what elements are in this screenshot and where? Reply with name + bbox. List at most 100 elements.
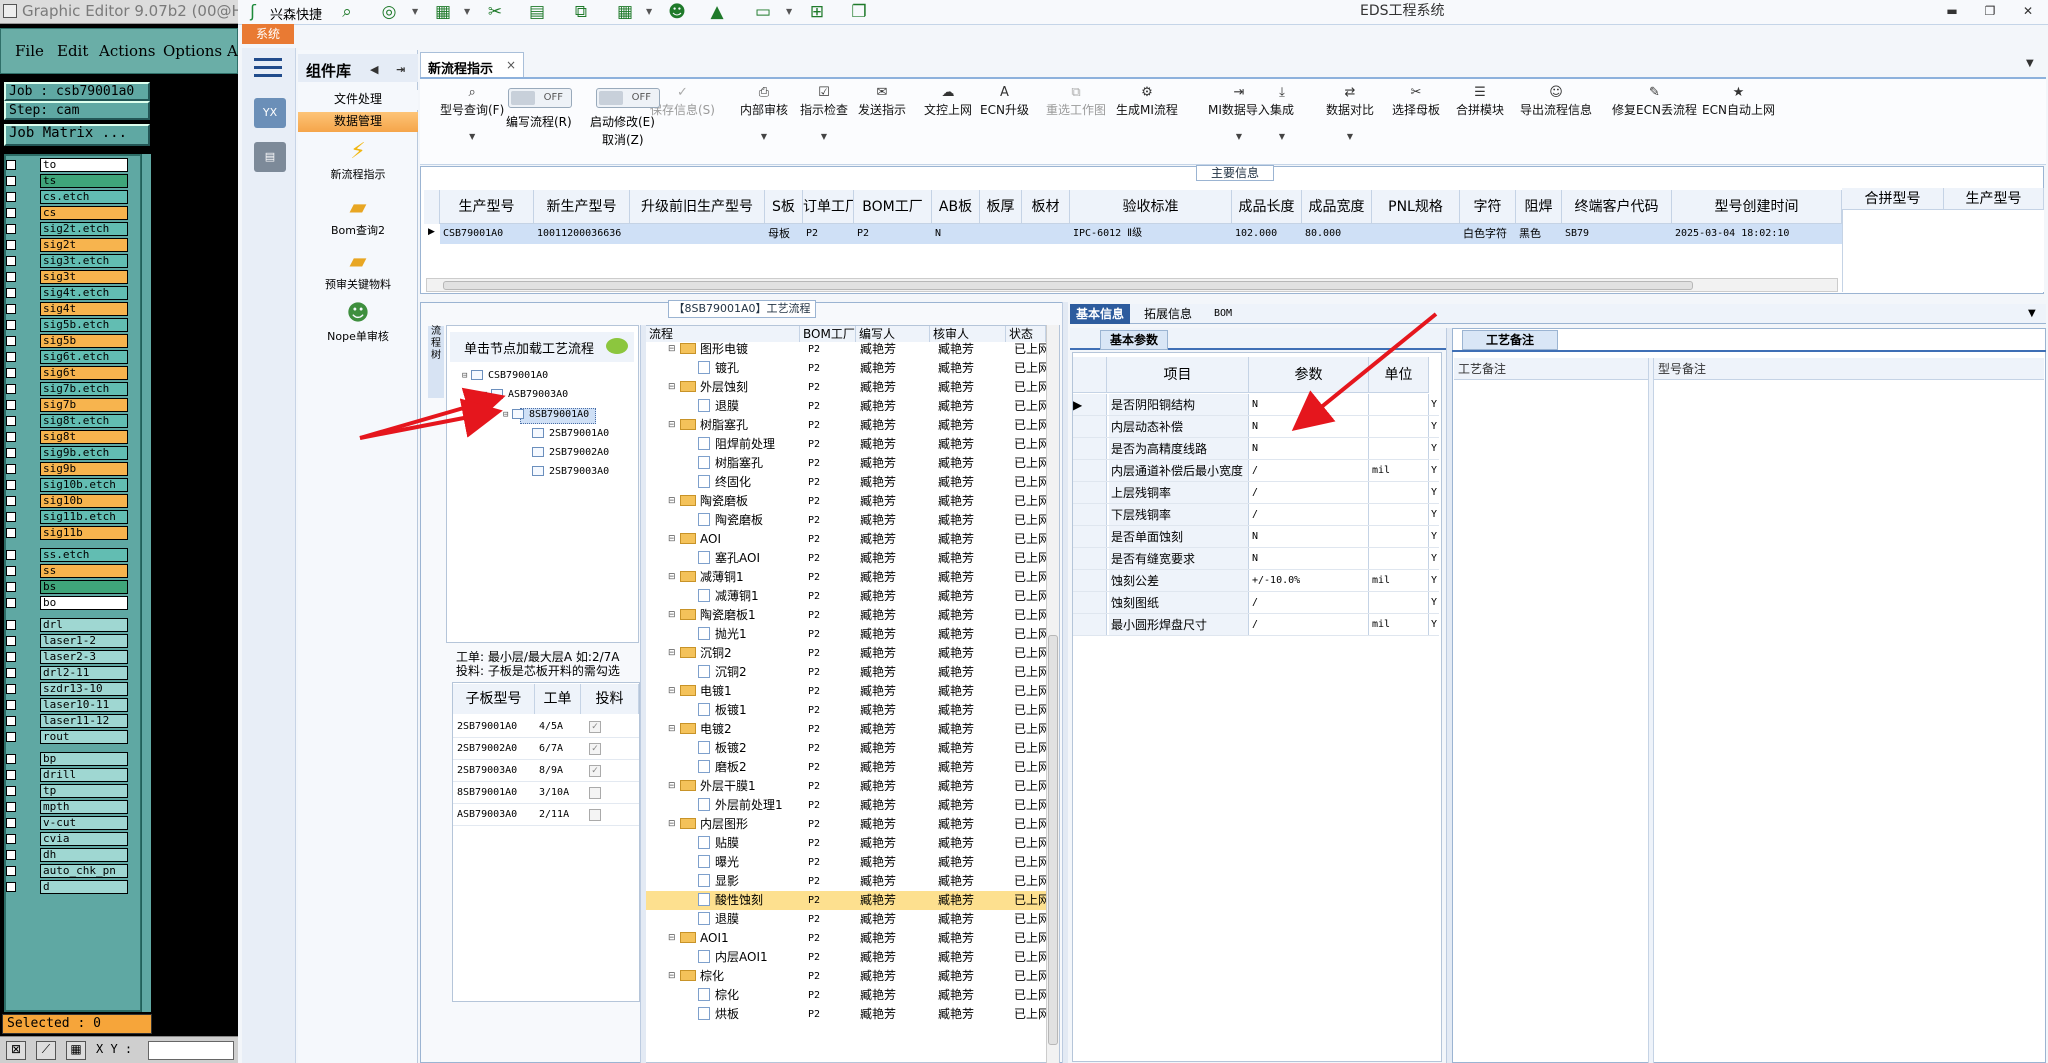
main-cell[interactable]: P2 — [803, 224, 854, 244]
sub-cell-order[interactable]: 4/5A — [535, 716, 581, 738]
layer-checkbox[interactable] — [6, 754, 16, 764]
ribbon-button[interactable]: ☰ 合拼模块 — [1456, 84, 1504, 118]
layer-row[interactable]: cs.etch — [6, 190, 128, 204]
layer-checkbox[interactable] — [6, 732, 16, 742]
layer-checkbox[interactable] — [6, 432, 16, 442]
flow-row[interactable]: 镀孔 P2 臧艳芳 臧艳芳 已上网 — [646, 359, 1046, 378]
tree-node-leaf[interactable]: 2SB79002A0 — [523, 447, 609, 458]
layer-checkbox[interactable] — [6, 786, 16, 796]
flow-row[interactable]: 烘板 P2 臧艳芳 臧艳芳 已上网 — [646, 1005, 1046, 1024]
layer-checkbox[interactable] — [6, 620, 16, 630]
layer-row[interactable]: sig7b — [6, 398, 128, 412]
flow-row[interactable]: 外层前处理1 P2 臧艳芳 臧艳芳 已上网 — [646, 796, 1046, 815]
layer-row[interactable]: sig8t — [6, 430, 128, 444]
param-unit[interactable] — [1369, 416, 1429, 437]
layer-row[interactable]: drl2-11 — [6, 666, 128, 680]
flow-row[interactable]: 板镀1 P2 臧艳芳 臧艳芳 已上网 — [646, 701, 1046, 720]
monitor-icon[interactable]: ▭ — [752, 2, 774, 22]
main-col-header[interactable]: 成品长度 — [1232, 190, 1302, 224]
param-value[interactable]: N — [1249, 548, 1369, 569]
notes-splitter[interactable] — [1648, 358, 1654, 1063]
layer-row[interactable]: sig6t — [6, 366, 128, 380]
flow-row[interactable]: 棕化 P2 臧艳芳 臧艳芳 已上网 — [646, 986, 1046, 1005]
expand-toggle-icon[interactable]: ⊟ — [668, 606, 676, 625]
main-col-header[interactable]: S板 — [765, 190, 803, 224]
layer-row[interactable]: mpth — [6, 800, 128, 814]
windows-icon[interactable]: ⊞ — [806, 2, 828, 22]
flow-row[interactable]: ⊟ 电镀1 P2 臧艳芳 臧艳芳 已上网 — [646, 682, 1046, 701]
layer-checkbox[interactable] — [6, 512, 16, 522]
expand-toggle-icon[interactable]: ⊟ — [668, 568, 676, 587]
ribbon-button[interactable]: ⇥ MI数据导入 ▼ — [1208, 84, 1270, 141]
layer-row[interactable]: sig7b.etch — [6, 382, 128, 396]
minimize-icon[interactable]: ▬ — [1944, 4, 1960, 18]
ribbon-button[interactable]: ✎ 修复ECN丢流程 — [1612, 84, 1697, 118]
param-row[interactable]: 内层通道补偿后最小宽度 / mil Y — [1073, 460, 1439, 482]
expand-toggle-icon[interactable]: ⊟ — [668, 530, 676, 549]
sub-cell-model[interactable]: 2SB79001A0 — [453, 716, 535, 738]
main-col-header[interactable]: PNL规格 — [1372, 190, 1460, 224]
param-row[interactable]: 是否单面蚀刻 N Y — [1073, 526, 1439, 548]
flow-row[interactable]: ⊟ AOI1 P2 臧艳芳 臧艳芳 已上网 — [646, 929, 1046, 948]
calculator-icon[interactable]: ▤ — [254, 142, 286, 172]
collapse-left-icon[interactable]: ◀ — [370, 63, 378, 76]
layer-checkbox[interactable] — [6, 550, 16, 560]
tab-extended-info[interactable]: 拓展信息 — [1138, 304, 1198, 324]
scroll-thumb[interactable] — [1048, 635, 1058, 1045]
layer-checkbox[interactable] — [6, 652, 16, 662]
layer-row[interactable]: sig11b.etch — [6, 510, 128, 524]
menu-actions[interactable]: Actions — [99, 42, 155, 60]
sub-cell-model[interactable]: 8SB79001A0 — [453, 782, 535, 804]
flow-row[interactable]: 抛光1 P2 臧艳芳 臧艳芳 已上网 — [646, 625, 1046, 644]
merge-prod-col-header[interactable]: 生产型号 — [1944, 188, 2044, 210]
main-col-header[interactable]: 验收标准 — [1070, 190, 1232, 224]
layer-row[interactable]: sig8t.etch — [6, 414, 128, 428]
nav-bom-query[interactable]: ▰ Bom查询2 — [298, 196, 418, 238]
layer-checkbox[interactable] — [6, 716, 16, 726]
merge-col-header[interactable]: 合拼型号 — [1842, 188, 1944, 210]
chevron-down-icon[interactable]: ▼ — [440, 132, 504, 141]
param-value[interactable]: / — [1249, 482, 1369, 503]
param-value[interactable]: N — [1249, 438, 1369, 459]
param-value[interactable]: +/-10.0% — [1249, 570, 1369, 591]
chevron-down-icon[interactable]: ▼ — [786, 7, 794, 16]
grid-icon[interactable]: ▦ — [66, 1041, 86, 1060]
layer-row[interactable]: laser1-2 — [6, 634, 128, 648]
layer-row[interactable]: sig2t — [6, 238, 128, 252]
chevron-down-icon[interactable]: ▼ — [2028, 308, 2036, 319]
main-col-header[interactable]: 升级前旧生产型号 — [630, 190, 765, 224]
tab-process-notes[interactable]: 工艺备注 — [1462, 330, 1558, 350]
ribbon-button[interactable]: ⚙ 生成MI流程 — [1116, 84, 1178, 118]
ribbon-button[interactable]: A ECN升级 — [980, 84, 1029, 118]
flow-row[interactable]: ⊟ 树脂塞孔 P2 臧艳芳 臧艳芳 已上网 — [646, 416, 1046, 435]
flow-row[interactable]: 板镀2 P2 臧艳芳 臧艳芳 已上网 — [646, 739, 1046, 758]
param-value[interactable]: / — [1249, 504, 1369, 525]
menu-more[interactable]: A — [227, 42, 238, 60]
flow-row[interactable]: ⊟ 沉铜2 P2 臧艳芳 臧艳芳 已上网 — [646, 644, 1046, 663]
film-icon[interactable]: ▤ — [526, 2, 548, 22]
expand-toggle-icon[interactable]: ⊟ — [668, 644, 676, 663]
params-col-unit[interactable]: 单位 — [1369, 357, 1429, 393]
flow-row-selected[interactable]: 酸性蚀刻 P2 臧艳芳 臧艳芳 已上网 — [646, 891, 1046, 910]
layer-row[interactable]: sig3t.etch — [6, 254, 128, 268]
layer-row[interactable]: sig11b — [6, 526, 128, 540]
param-value[interactable]: / — [1249, 592, 1369, 613]
main-col-header[interactable]: 成品宽度 — [1302, 190, 1372, 224]
expand-toggle-icon[interactable]: ⊟ — [668, 378, 676, 397]
chevron-down-icon[interactable]: ▼ — [1326, 132, 1374, 141]
layer-row[interactable]: sig4t — [6, 302, 128, 316]
params-col-item[interactable]: 项目 — [1107, 357, 1249, 393]
chevron-down-icon[interactable]: ▼ — [646, 7, 654, 16]
feed-checkbox[interactable]: ✓ — [589, 765, 601, 777]
main-col-header[interactable]: 板厚 — [980, 190, 1022, 224]
chevron-down-icon[interactable]: ▼ — [1270, 132, 1294, 141]
tab-basic-info[interactable]: 基本信息 — [1070, 304, 1131, 324]
flow-row[interactable]: 退膜 P2 臧艳芳 臧艳芳 已上网 — [646, 910, 1046, 929]
zoom-icon[interactable]: ⊠ — [6, 1041, 26, 1060]
expand-toggle-icon[interactable]: ⊟ — [668, 492, 676, 511]
nav-new-flow-instruction[interactable]: ⚡ 新流程指示 — [298, 140, 418, 182]
data-management-group[interactable]: 数据管理 — [298, 112, 418, 132]
feed-checkbox[interactable]: ✓ — [589, 743, 601, 755]
layer-row[interactable]: laser11-12 — [6, 714, 128, 728]
flow-grid-vscrollbar[interactable] — [1046, 325, 1059, 1063]
